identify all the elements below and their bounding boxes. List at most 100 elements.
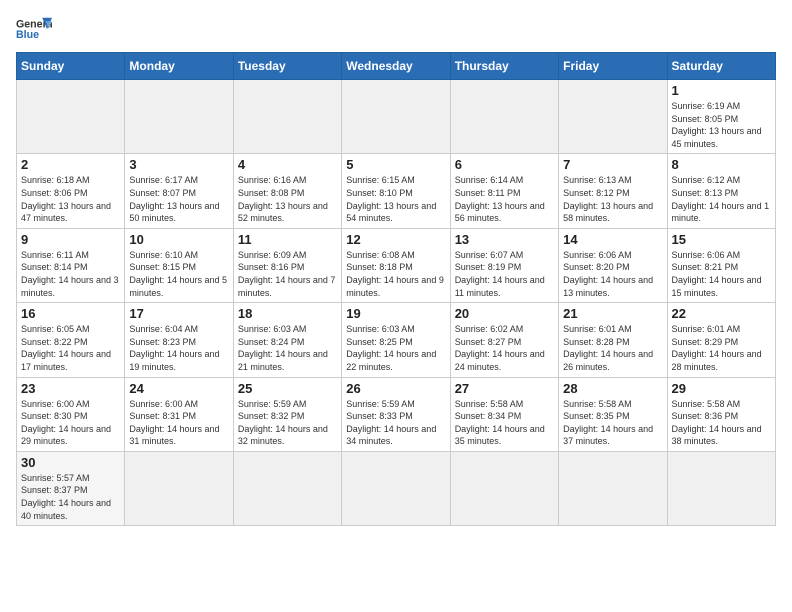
calendar-cell: 30Sunrise: 5:57 AM Sunset: 8:37 PM Dayli… <box>17 451 125 525</box>
day-number: 6 <box>455 157 554 172</box>
calendar-cell: 9 Sunrise: 6:11 AM Sunset: 8:14 PM Daylig… <box>17 228 125 302</box>
day-info: Sunrise: 6:04 AM Sunset: 8:23 PM Dayligh… <box>129 323 228 373</box>
calendar-cell: 2 Sunrise: 6:18 AM Sunset: 8:06 PM Daylig… <box>17 154 125 228</box>
calendar-cell: 23 Sunrise: 6:00 AM Sunset: 8:30 PM Dayli… <box>17 377 125 451</box>
day-number: 11 <box>238 232 337 247</box>
calendar-cell: 21 Sunrise: 6:01 AM Sunset: 8:28 PM Dayli… <box>559 303 667 377</box>
day-info: Sunrise: 5:57 AM Sunset: 8:37 PM Dayligh… <box>21 472 120 522</box>
day-info: Sunrise: 6:19 AM Sunset: 8:05 PM Dayligh… <box>672 100 771 150</box>
weekday-header-sunday: Sunday <box>17 53 125 80</box>
calendar-cell: 27 Sunrise: 5:58 AM Sunset: 8:34 PM Dayli… <box>450 377 558 451</box>
calendar-cell: 15 Sunrise: 6:06 AM Sunset: 8:21 PM Dayli… <box>667 228 775 302</box>
calendar-cell: 7 Sunrise: 6:13 AM Sunset: 8:12 PM Daylig… <box>559 154 667 228</box>
day-info: Sunrise: 6:01 AM Sunset: 8:29 PM Dayligh… <box>672 323 771 373</box>
day-number: 22 <box>672 306 771 321</box>
day-info: Sunrise: 6:11 AM Sunset: 8:14 PM Dayligh… <box>21 249 120 299</box>
calendar-cell <box>667 451 775 525</box>
day-number: 17 <box>129 306 228 321</box>
calendar-cell: 5 Sunrise: 6:15 AM Sunset: 8:10 PM Daylig… <box>342 154 450 228</box>
day-info: Sunrise: 5:58 AM Sunset: 8:34 PM Dayligh… <box>455 398 554 448</box>
calendar-cell: 12 Sunrise: 6:08 AM Sunset: 8:18 PM Dayli… <box>342 228 450 302</box>
calendar-cell: 26 Sunrise: 5:59 AM Sunset: 8:33 PM Dayli… <box>342 377 450 451</box>
calendar-cell: 8Sunrise: 6:12 AM Sunset: 8:13 PM Daylig… <box>667 154 775 228</box>
day-info: Sunrise: 6:01 AM Sunset: 8:28 PM Dayligh… <box>563 323 662 373</box>
calendar-cell: 18Sunrise: 6:03 AM Sunset: 8:24 PM Dayli… <box>233 303 341 377</box>
day-number: 26 <box>346 381 445 396</box>
day-number: 19 <box>346 306 445 321</box>
calendar-cell: 24Sunrise: 6:00 AM Sunset: 8:31 PM Dayli… <box>125 377 233 451</box>
weekday-header-saturday: Saturday <box>667 53 775 80</box>
calendar-cell: 13Sunrise: 6:07 AM Sunset: 8:19 PM Dayli… <box>450 228 558 302</box>
weekday-header-friday: Friday <box>559 53 667 80</box>
calendar-cell <box>342 451 450 525</box>
calendar-cell: 3Sunrise: 6:17 AM Sunset: 8:07 PM Daylig… <box>125 154 233 228</box>
day-info: Sunrise: 6:00 AM Sunset: 8:30 PM Dayligh… <box>21 398 120 448</box>
day-info: Sunrise: 6:12 AM Sunset: 8:13 PM Dayligh… <box>672 174 771 224</box>
calendar-cell: 11Sunrise: 6:09 AM Sunset: 8:16 PM Dayli… <box>233 228 341 302</box>
logo-icon: General Blue <box>16 16 52 44</box>
day-info: Sunrise: 6:08 AM Sunset: 8:18 PM Dayligh… <box>346 249 445 299</box>
calendar-week-5: 23 Sunrise: 6:00 AM Sunset: 8:30 PM Dayli… <box>17 377 776 451</box>
day-number: 5 <box>346 157 445 172</box>
calendar-week-4: 16 Sunrise: 6:05 AM Sunset: 8:22 PM Dayli… <box>17 303 776 377</box>
calendar-week-2: 2 Sunrise: 6:18 AM Sunset: 8:06 PM Daylig… <box>17 154 776 228</box>
day-number: 29 <box>672 381 771 396</box>
day-number: 20 <box>455 306 554 321</box>
day-info: Sunrise: 6:03 AM Sunset: 8:25 PM Dayligh… <box>346 323 445 373</box>
calendar-cell <box>233 80 341 154</box>
calendar-cell <box>342 80 450 154</box>
day-info: Sunrise: 5:59 AM Sunset: 8:32 PM Dayligh… <box>238 398 337 448</box>
calendar-cell: 28Sunrise: 5:58 AM Sunset: 8:35 PM Dayli… <box>559 377 667 451</box>
calendar-cell: 25 Sunrise: 5:59 AM Sunset: 8:32 PM Dayli… <box>233 377 341 451</box>
day-info: Sunrise: 5:58 AM Sunset: 8:36 PM Dayligh… <box>672 398 771 448</box>
calendar-cell <box>125 80 233 154</box>
day-number: 10 <box>129 232 228 247</box>
calendar-cell: 10 Sunrise: 6:10 AM Sunset: 8:15 PM Dayli… <box>125 228 233 302</box>
day-number: 16 <box>21 306 120 321</box>
day-number: 7 <box>563 157 662 172</box>
day-info: Sunrise: 6:05 AM Sunset: 8:22 PM Dayligh… <box>21 323 120 373</box>
day-info: Sunrise: 6:14 AM Sunset: 8:11 PM Dayligh… <box>455 174 554 224</box>
day-number: 23 <box>21 381 120 396</box>
calendar-cell: 4Sunrise: 6:16 AM Sunset: 8:08 PM Daylig… <box>233 154 341 228</box>
calendar-week-1: 1 Sunrise: 6:19 AM Sunset: 8:05 PM Daylig… <box>17 80 776 154</box>
calendar-cell: 1 Sunrise: 6:19 AM Sunset: 8:05 PM Daylig… <box>667 80 775 154</box>
day-info: Sunrise: 6:13 AM Sunset: 8:12 PM Dayligh… <box>563 174 662 224</box>
day-info: Sunrise: 6:06 AM Sunset: 8:21 PM Dayligh… <box>672 249 771 299</box>
day-number: 25 <box>238 381 337 396</box>
calendar-table: SundayMondayTuesdayWednesdayThursdayFrid… <box>16 52 776 526</box>
day-number: 28 <box>563 381 662 396</box>
calendar-cell: 29 Sunrise: 5:58 AM Sunset: 8:36 PM Dayli… <box>667 377 775 451</box>
calendar-cell: 19 Sunrise: 6:03 AM Sunset: 8:25 PM Dayli… <box>342 303 450 377</box>
day-info: Sunrise: 6:10 AM Sunset: 8:15 PM Dayligh… <box>129 249 228 299</box>
calendar-cell <box>17 80 125 154</box>
weekday-header-thursday: Thursday <box>450 53 558 80</box>
day-number: 18 <box>238 306 337 321</box>
day-number: 3 <box>129 157 228 172</box>
day-number: 4 <box>238 157 337 172</box>
calendar-cell <box>450 80 558 154</box>
day-info: Sunrise: 6:02 AM Sunset: 8:27 PM Dayligh… <box>455 323 554 373</box>
calendar-cell: 6 Sunrise: 6:14 AM Sunset: 8:11 PM Daylig… <box>450 154 558 228</box>
day-info: Sunrise: 6:18 AM Sunset: 8:06 PM Dayligh… <box>21 174 120 224</box>
day-number: 9 <box>21 232 120 247</box>
day-info: Sunrise: 5:59 AM Sunset: 8:33 PM Dayligh… <box>346 398 445 448</box>
calendar-cell <box>559 80 667 154</box>
weekday-header-wednesday: Wednesday <box>342 53 450 80</box>
day-number: 2 <box>21 157 120 172</box>
calendar-cell: 14Sunrise: 6:06 AM Sunset: 8:20 PM Dayli… <box>559 228 667 302</box>
day-number: 27 <box>455 381 554 396</box>
day-number: 1 <box>672 83 771 98</box>
day-info: Sunrise: 6:06 AM Sunset: 8:20 PM Dayligh… <box>563 249 662 299</box>
calendar-cell: 20 Sunrise: 6:02 AM Sunset: 8:27 PM Dayli… <box>450 303 558 377</box>
day-number: 21 <box>563 306 662 321</box>
logo: General Blue <box>16 16 52 44</box>
day-number: 12 <box>346 232 445 247</box>
day-info: Sunrise: 6:07 AM Sunset: 8:19 PM Dayligh… <box>455 249 554 299</box>
calendar-cell <box>559 451 667 525</box>
day-info: Sunrise: 6:15 AM Sunset: 8:10 PM Dayligh… <box>346 174 445 224</box>
weekday-header-tuesday: Tuesday <box>233 53 341 80</box>
day-number: 15 <box>672 232 771 247</box>
calendar-cell <box>450 451 558 525</box>
calendar-cell <box>233 451 341 525</box>
